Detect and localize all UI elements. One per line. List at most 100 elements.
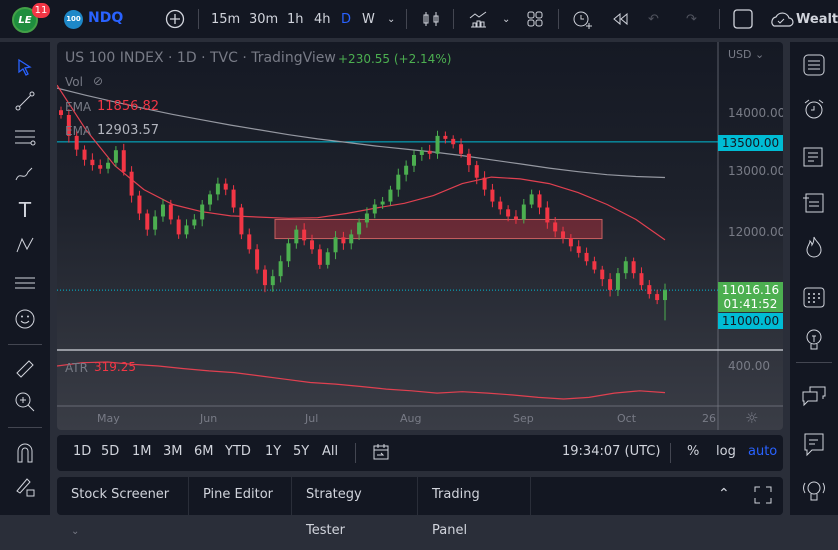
redo-icon[interactable]: ↷ — [686, 0, 697, 38]
trendline-icon[interactable] — [10, 86, 40, 116]
emoji-icon[interactable] — [10, 304, 40, 334]
chevron-down-icon[interactable]: ⌄ — [502, 0, 510, 38]
candle-body — [655, 294, 660, 301]
notes-chat-icon[interactable] — [799, 430, 829, 460]
compare-add-icon[interactable] — [164, 0, 186, 38]
chart-pane[interactable]: US 100 INDEX · 1D · TVC · TradingView +2… — [57, 42, 783, 430]
alert-add-icon[interactable] — [571, 0, 593, 38]
candle-body — [223, 183, 228, 190]
candle-body — [459, 144, 464, 154]
save-cloud-icon[interactable] — [768, 0, 794, 38]
undo-icon[interactable]: ↶ — [648, 0, 659, 38]
prediction-icon[interactable] — [10, 268, 40, 298]
settings-gear-icon[interactable]: ☼ — [745, 409, 758, 427]
interval-30m[interactable]: 30m — [249, 0, 278, 38]
replay-icon[interactable] — [611, 0, 629, 38]
candle-body — [529, 194, 534, 205]
interval-4h[interactable]: 4h — [314, 0, 331, 38]
range-5y[interactable]: 5Y — [293, 444, 309, 459]
zoom-in-icon[interactable] — [10, 387, 40, 417]
candle-body — [663, 290, 667, 301]
range-ytd[interactable]: YTD — [225, 444, 251, 459]
range-1m[interactable]: 1M — [132, 444, 152, 459]
help-lightbulb-icon[interactable] — [799, 476, 829, 506]
eye-hidden-icon[interactable]: ⊘ — [93, 74, 103, 88]
alarm-clock-icon[interactable] — [799, 94, 829, 124]
tab-pine-editor[interactable]: Pine Editor — [189, 477, 292, 515]
atr-value: 319.25 — [94, 360, 136, 374]
publish-label[interactable]: Wealth — [796, 0, 838, 38]
interval-d[interactable]: D — [341, 0, 351, 38]
candle-body — [561, 231, 566, 238]
date-range-bar: 1D 5D 1M 3M 6M YTD 1Y 5Y All 19:34:07 (U… — [57, 435, 783, 471]
percent-toggle[interactable]: % — [687, 444, 699, 459]
candles-icon[interactable] — [422, 0, 440, 38]
range-1y[interactable]: 1Y — [265, 444, 281, 459]
ema-slow-label: EMA — [65, 124, 92, 138]
indicators-icon[interactable] — [468, 0, 488, 38]
candle-body — [498, 201, 503, 210]
data-window-icon[interactable] — [799, 188, 829, 218]
candle-body — [286, 243, 291, 262]
range-5d[interactable]: 5D — [101, 444, 119, 459]
candle-body — [404, 165, 409, 175]
tab-strategy-tester[interactable]: Strategy Tester — [292, 477, 418, 538]
interval-w[interactable]: W — [362, 0, 375, 38]
symbol-search[interactable]: NDQ — [88, 10, 123, 26]
candle-body — [474, 165, 479, 178]
fib-icon[interactable] — [10, 122, 40, 152]
cursor-icon[interactable] — [10, 52, 40, 82]
ruler-icon[interactable] — [10, 354, 40, 384]
candle-body — [600, 269, 605, 280]
candle-body — [59, 110, 63, 115]
candle-body — [443, 135, 448, 139]
interval-1h[interactable]: 1h — [287, 0, 304, 38]
range-1d[interactable]: 1D — [73, 444, 91, 459]
lock-drawings-icon[interactable] — [10, 472, 40, 502]
tab-trading-panel[interactable]: Trading Panel — [418, 477, 531, 538]
candle-body — [623, 261, 628, 274]
candle-body — [255, 249, 260, 270]
log-toggle[interactable]: log — [716, 444, 736, 459]
candle-body — [278, 261, 283, 277]
price-chart[interactable] — [57, 42, 783, 430]
pattern-icon[interactable] — [10, 230, 40, 260]
calendar-icon[interactable] — [799, 282, 829, 312]
utc-clock[interactable]: 19:34:07 (UTC) — [562, 444, 660, 459]
chevron-down-icon[interactable]: ⌄ — [71, 526, 79, 537]
chevron-down-icon[interactable]: ⌄ — [387, 0, 395, 38]
interval-15m[interactable]: 15m — [211, 0, 240, 38]
tab-stock-screener[interactable]: Stock Screener ⌄ — [57, 477, 189, 537]
candle-body — [435, 135, 440, 154]
range-3m[interactable]: 3M — [163, 444, 183, 459]
candle-body — [168, 204, 173, 220]
maximize-icon[interactable] — [754, 486, 772, 504]
brush-icon[interactable] — [10, 159, 40, 189]
time-tick: Oct — [617, 412, 637, 425]
ideas-lightbulb-icon[interactable] — [799, 325, 829, 355]
candle-body — [262, 269, 267, 286]
chats-icon[interactable] — [799, 382, 829, 412]
layouts-icon[interactable] — [526, 0, 544, 38]
candle-body — [427, 150, 432, 154]
ema-fast-label: EMA — [65, 100, 92, 114]
fullscreen-square-icon[interactable] — [733, 0, 753, 38]
range-6m[interactable]: 6M — [194, 444, 214, 459]
text-icon[interactable]: T — [10, 195, 40, 225]
magnet-icon[interactable] — [10, 438, 40, 468]
auto-toggle[interactable]: auto — [748, 444, 777, 459]
candle-body — [294, 229, 299, 244]
goto-date-icon[interactable] — [372, 443, 390, 461]
ema-fast-value: 11856.82 — [97, 99, 160, 114]
watchlist-icon[interactable] — [799, 50, 829, 80]
range-all[interactable]: All — [322, 444, 338, 459]
candle-body — [239, 207, 244, 235]
drawing-toolbar: T — [0, 42, 50, 515]
atr-label: ATR — [65, 361, 88, 375]
candle-body — [647, 285, 652, 295]
hotlist-fire-icon[interactable] — [799, 232, 829, 262]
candle-body — [513, 216, 518, 220]
currency-selector[interactable]: USD ⌄ — [728, 48, 764, 61]
chevron-up-icon[interactable]: ⌃ — [718, 486, 730, 502]
news-icon[interactable] — [799, 142, 829, 172]
